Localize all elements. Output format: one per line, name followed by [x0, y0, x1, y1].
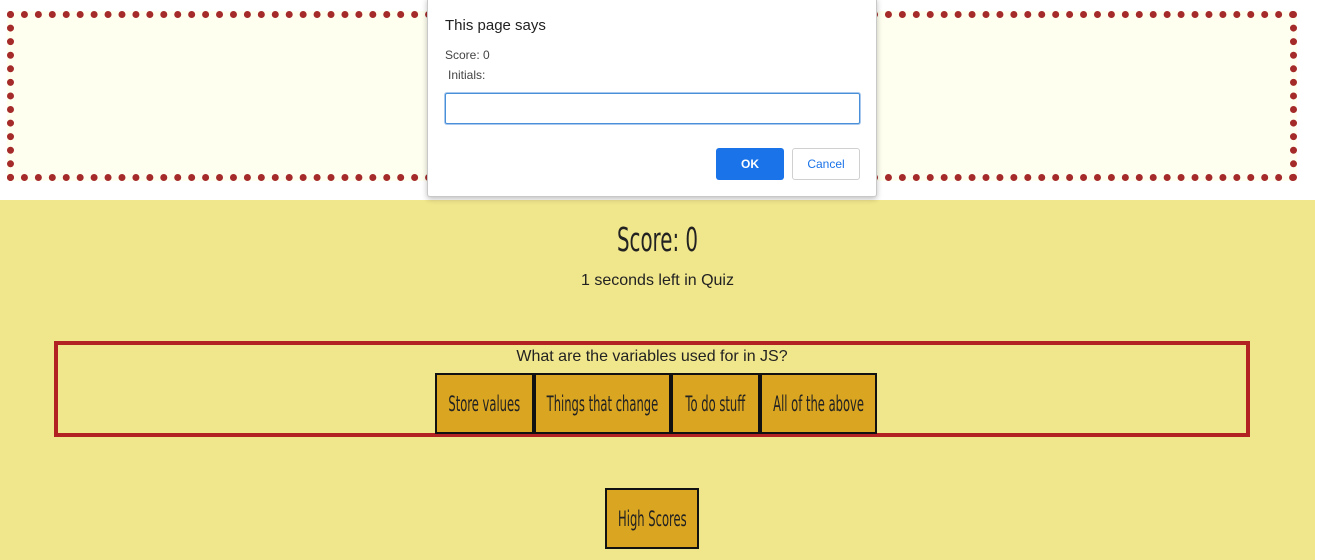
answer-label: To do stuff [685, 391, 746, 416]
question-box: What are the variables used for in JS? S… [54, 341, 1250, 437]
initials-input[interactable] [445, 93, 860, 124]
dialog-score-line: Score: 0 [445, 48, 490, 62]
score-display: Score: 0 [616, 220, 699, 259]
cancel-button[interactable]: Cancel [792, 148, 860, 180]
high-scores-button[interactable]: High Scores [605, 488, 699, 549]
answer-button-store-values[interactable]: Store values [435, 373, 534, 434]
dialog-initials-line: Initials: [448, 68, 486, 82]
answer-label: Things that change [546, 391, 659, 416]
answer-button-all-of-the-above[interactable]: All of the above [760, 373, 877, 434]
timer-text: 1 seconds left in Quiz [581, 272, 734, 289]
dialog-title: This page says [445, 17, 546, 34]
question-text: What are the variables used for in JS? [516, 348, 788, 365]
ok-button[interactable]: OK [716, 148, 784, 180]
answer-label: Store values [448, 391, 521, 416]
answer-button-things-that-change[interactable]: Things that change [534, 373, 671, 434]
prompt-dialog: This page says Score: 0 Initials: OK Can… [427, 0, 877, 197]
page: Time to check your coding abilities. Ans… [0, 0, 1319, 560]
answer-label: All of the above [773, 391, 864, 416]
answer-list: Store values Things that change To do st… [435, 373, 877, 434]
high-scores-label: High Scores [617, 506, 687, 531]
answer-button-to-do-stuff[interactable]: To do stuff [671, 373, 760, 434]
quiz-area: Score: 0 1 seconds left in Quiz What are… [0, 200, 1315, 560]
